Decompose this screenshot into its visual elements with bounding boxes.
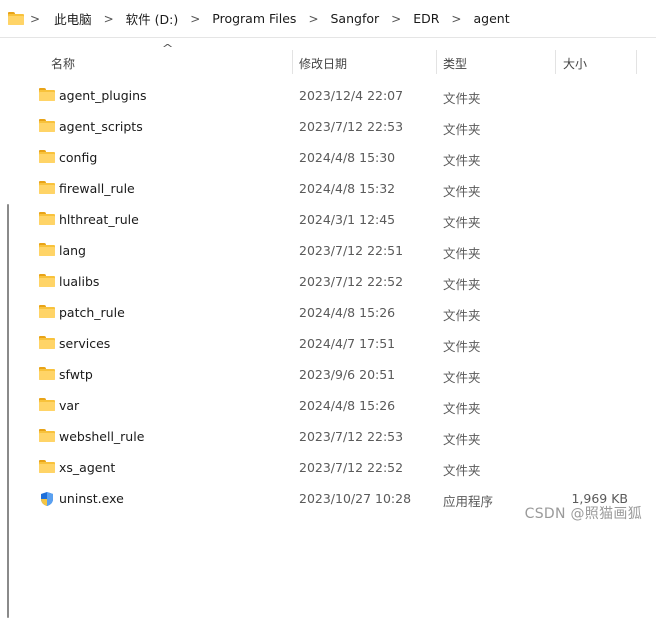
shield-exe-icon xyxy=(39,491,55,505)
file-name: lualibs xyxy=(59,274,99,289)
folder-icon xyxy=(39,336,55,350)
file-row[interactable]: xs_agent 2023/7/12 22:52 文件夹 xyxy=(0,452,656,483)
file-row[interactable]: patch_rule 2024/4/8 15:26 文件夹 xyxy=(0,297,656,328)
file-date-modified: 2024/4/8 15:32 xyxy=(299,181,395,196)
folder-icon xyxy=(39,243,55,257)
file-row[interactable]: firewall_rule 2024/4/8 15:32 文件夹 xyxy=(0,173,656,204)
file-row[interactable]: config 2024/4/8 15:30 文件夹 xyxy=(0,142,656,173)
file-row[interactable]: webshell_rule 2023/7/12 22:53 文件夹 xyxy=(0,421,656,452)
file-name: agent_plugins xyxy=(59,88,147,103)
file-type: 文件夹 xyxy=(443,305,481,324)
column-header-type[interactable]: 类型 xyxy=(443,55,467,72)
file-date-modified: 2023/9/6 20:51 xyxy=(299,367,395,382)
column-header-row: ^ 名称 修改日期 类型 大小 xyxy=(0,38,656,86)
breadcrumb-chevron-icon[interactable]: > xyxy=(184,12,206,26)
file-type: 文件夹 xyxy=(443,119,481,138)
file-name: sfwtp xyxy=(59,367,93,382)
breadcrumb-item[interactable]: Program Files xyxy=(206,11,302,26)
column-divider[interactable] xyxy=(555,50,556,74)
file-date-modified: 2024/4/8 15:26 xyxy=(299,398,395,413)
breadcrumb-chevron-icon[interactable]: > xyxy=(98,12,120,26)
file-type: 文件夹 xyxy=(443,243,481,262)
file-row[interactable]: agent_plugins 2023/12/4 22:07 文件夹 xyxy=(0,80,656,111)
breadcrumb-item[interactable]: agent xyxy=(467,11,515,26)
file-type: 文件夹 xyxy=(443,212,481,231)
address-folder-icon xyxy=(8,12,24,25)
file-row[interactable]: lang 2023/7/12 22:51 文件夹 xyxy=(0,235,656,266)
file-date-modified: 2024/4/8 15:30 xyxy=(299,150,395,165)
file-type: 文件夹 xyxy=(443,398,481,417)
folder-icon xyxy=(39,460,55,474)
watermark: CSDN @照猫画狐 xyxy=(525,503,642,523)
breadcrumb-item[interactable]: EDR xyxy=(407,11,445,26)
file-date-modified: 2024/4/7 17:51 xyxy=(299,336,395,351)
column-header-name[interactable]: 名称 xyxy=(51,55,75,72)
file-type: 文件夹 xyxy=(443,429,481,448)
folder-icon xyxy=(39,305,55,319)
file-date-modified: 2023/7/12 22:52 xyxy=(299,274,403,289)
file-date-modified: 2023/7/12 22:53 xyxy=(299,429,403,444)
column-header-size[interactable]: 大小 xyxy=(563,55,587,72)
folder-icon xyxy=(39,398,55,412)
folder-icon xyxy=(39,212,55,226)
file-row[interactable]: agent_scripts 2023/7/12 22:53 文件夹 xyxy=(0,111,656,142)
file-row[interactable]: lualibs 2023/7/12 22:52 文件夹 xyxy=(0,266,656,297)
breadcrumb-item[interactable]: Sangfor xyxy=(325,11,386,26)
column-header-date[interactable]: 修改日期 xyxy=(299,55,347,72)
folder-icon xyxy=(39,429,55,443)
file-date-modified: 2023/10/27 10:28 xyxy=(299,491,411,506)
file-date-modified: 2023/7/12 22:53 xyxy=(299,119,403,134)
folder-icon xyxy=(39,274,55,288)
folder-icon xyxy=(39,119,55,133)
file-name: agent_scripts xyxy=(59,119,143,134)
breadcrumb-item[interactable]: 软件 (D:) xyxy=(120,9,185,28)
file-date-modified: 2024/3/1 12:45 xyxy=(299,212,395,227)
address-bar[interactable]: > 此电脑 > 软件 (D:) > Program Files > Sangfo… xyxy=(0,0,656,38)
file-type: 文件夹 xyxy=(443,336,481,355)
file-name: xs_agent xyxy=(59,460,115,475)
column-divider[interactable] xyxy=(636,50,637,74)
breadcrumb: 此电脑 > 软件 (D:) > Program Files > Sangfor … xyxy=(48,9,516,28)
file-type: 文件夹 xyxy=(443,181,481,200)
breadcrumb-chevron-icon[interactable]: > xyxy=(302,12,324,26)
column-divider[interactable] xyxy=(436,50,437,74)
file-name: lang xyxy=(59,243,86,258)
file-date-modified: 2024/4/8 15:26 xyxy=(299,305,395,320)
folder-icon xyxy=(39,181,55,195)
file-name: webshell_rule xyxy=(59,429,144,444)
folder-icon xyxy=(39,88,55,102)
file-date-modified: 2023/7/12 22:52 xyxy=(299,460,403,475)
file-row[interactable]: services 2024/4/7 17:51 文件夹 xyxy=(0,328,656,359)
column-divider[interactable] xyxy=(292,50,293,74)
file-type: 文件夹 xyxy=(443,150,481,169)
file-name: patch_rule xyxy=(59,305,125,320)
file-name: services xyxy=(59,336,110,351)
sort-ascending-icon: ^ xyxy=(162,42,174,55)
file-date-modified: 2023/7/12 22:51 xyxy=(299,243,403,258)
breadcrumb-chevron-icon[interactable]: > xyxy=(24,12,46,26)
file-type: 应用程序 xyxy=(443,491,493,510)
file-type: 文件夹 xyxy=(443,367,481,386)
file-date-modified: 2023/12/4 22:07 xyxy=(299,88,403,103)
folder-icon xyxy=(39,367,55,381)
file-row[interactable]: hlthreat_rule 2024/3/1 12:45 文件夹 xyxy=(0,204,656,235)
file-type: 文件夹 xyxy=(443,460,481,479)
file-row[interactable]: sfwtp 2023/9/6 20:51 文件夹 xyxy=(0,359,656,390)
file-name: firewall_rule xyxy=(59,181,135,196)
breadcrumb-chevron-icon[interactable]: > xyxy=(445,12,467,26)
file-name: var xyxy=(59,398,79,413)
breadcrumb-item[interactable]: 此电脑 xyxy=(48,9,98,28)
file-name: uninst.exe xyxy=(59,491,124,506)
file-type: 文件夹 xyxy=(443,274,481,293)
breadcrumb-chevron-icon[interactable]: > xyxy=(385,12,407,26)
file-name: config xyxy=(59,150,97,165)
file-row[interactable]: var 2024/4/8 15:26 文件夹 xyxy=(0,390,656,421)
file-name: hlthreat_rule xyxy=(59,212,139,227)
file-type: 文件夹 xyxy=(443,88,481,107)
folder-icon xyxy=(39,150,55,164)
